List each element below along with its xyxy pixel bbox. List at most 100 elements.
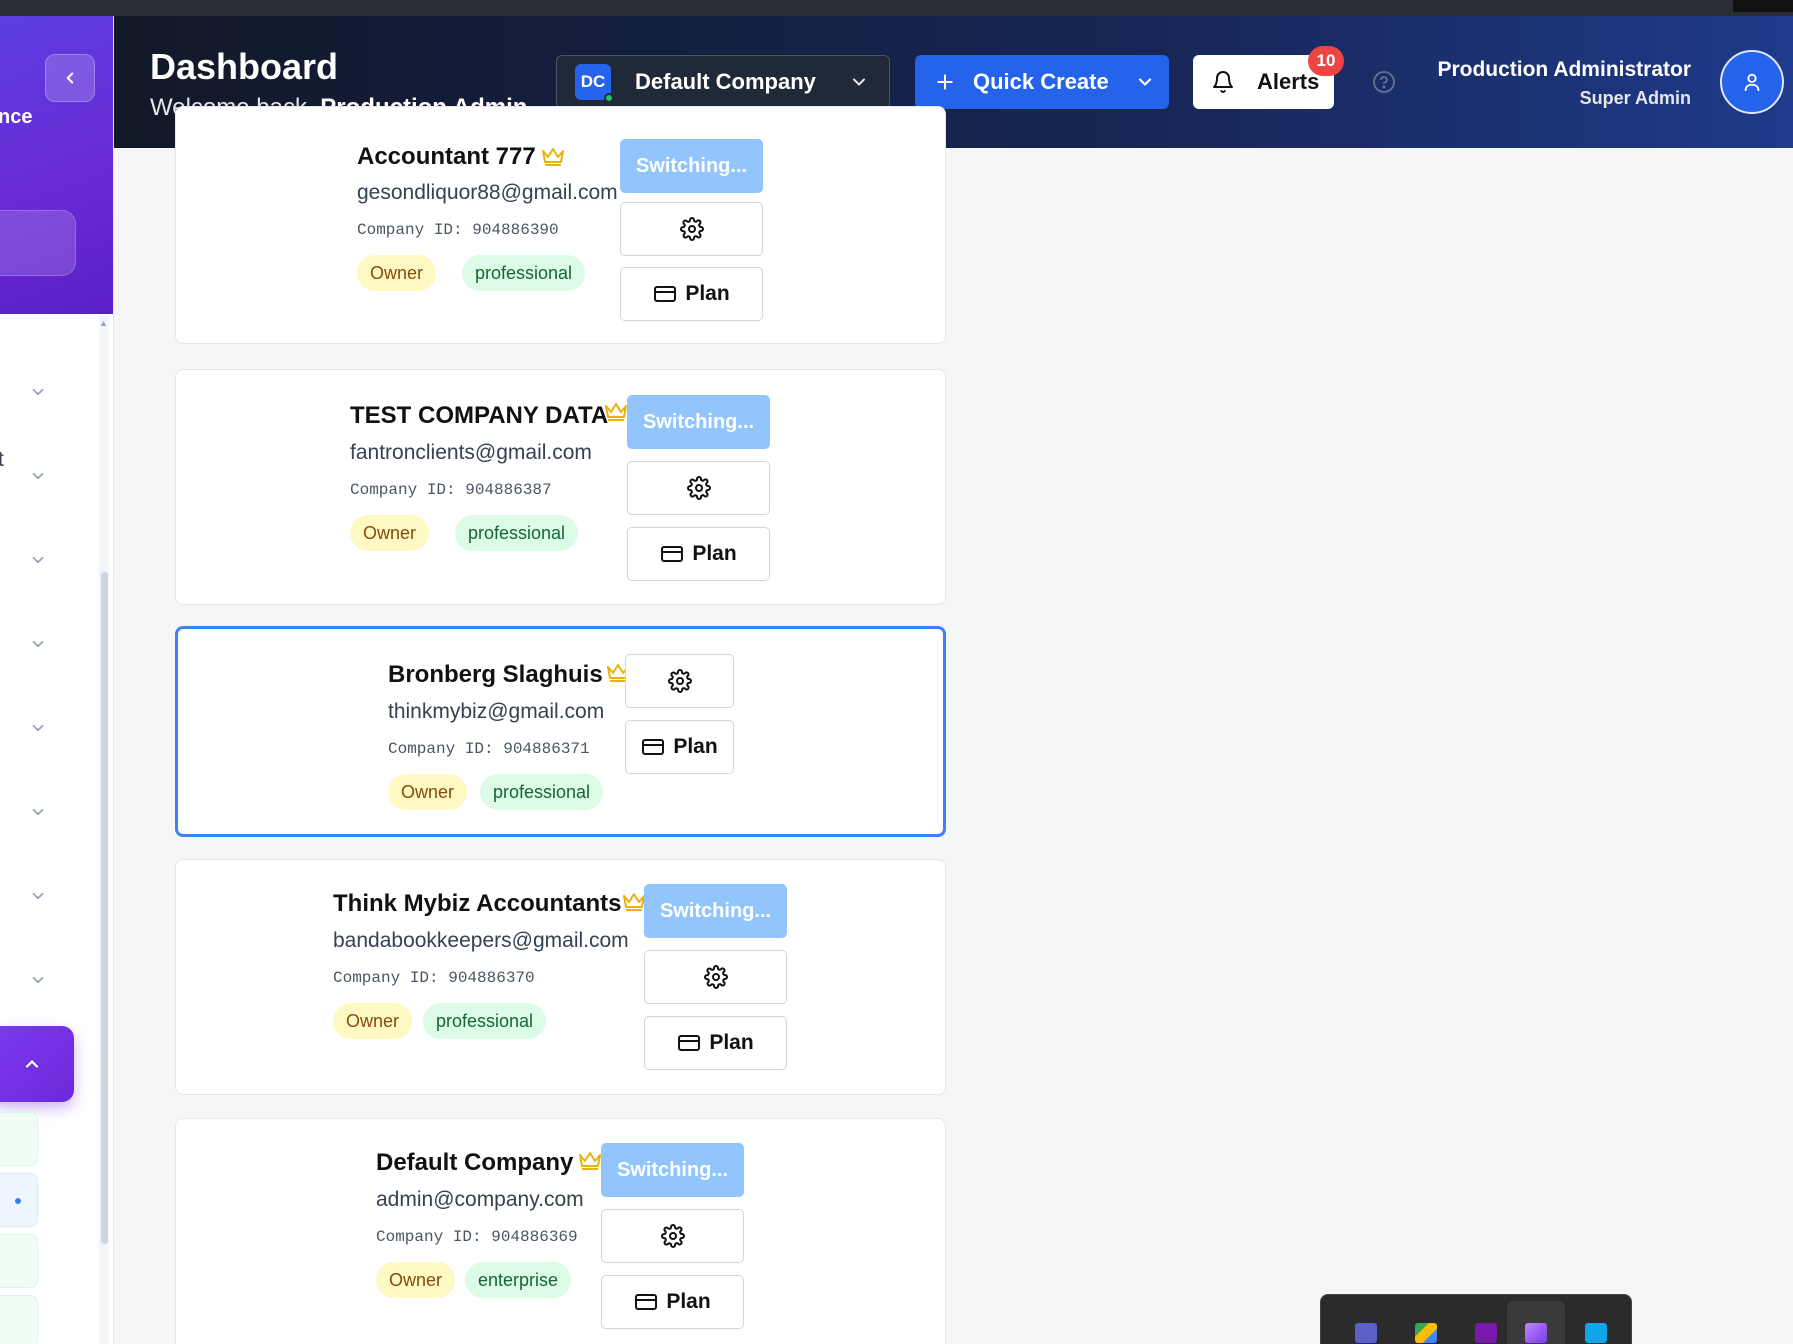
window-top-strip xyxy=(0,0,1793,16)
teams-app-icon[interactable] xyxy=(1355,1323,1377,1343)
switch-company-button[interactable]: Switching... xyxy=(644,884,787,938)
plan-button[interactable]: Plan xyxy=(644,1016,787,1070)
role-badge: Owner xyxy=(388,774,468,810)
sidebar-group-3-chevron-down-icon[interactable] xyxy=(26,548,50,572)
sidebar-scroll-thumb[interactable] xyxy=(101,572,108,1244)
gear-icon xyxy=(686,476,711,500)
credit-card-icon xyxy=(635,1294,658,1310)
bell-icon xyxy=(1213,71,1233,93)
company-id: Company ID: 904886390 xyxy=(357,221,559,239)
sidebar-subitem[interactable] xyxy=(0,1112,38,1166)
company-name: Default Company xyxy=(376,1149,574,1176)
user-name: Production Administrator xyxy=(1437,58,1691,81)
plan-button[interactable]: Plan xyxy=(601,1275,744,1329)
plan-button-label: Plan xyxy=(673,735,718,758)
company-email: fantronclients@gmail.com xyxy=(350,441,592,464)
gear-icon xyxy=(703,965,728,989)
company-card-selected[interactable]: Bronberg Slaghuis thinkmybiz@gmail.com C… xyxy=(175,626,946,837)
credit-card-icon xyxy=(642,739,665,755)
credit-card-icon xyxy=(661,546,684,562)
plan-badge: professional xyxy=(480,774,604,810)
settings-button[interactable] xyxy=(620,202,763,256)
crown-icon xyxy=(542,148,564,166)
settings-button[interactable] xyxy=(627,461,770,515)
os-taskbar xyxy=(1320,1294,1632,1344)
company-id: Company ID: 904886369 xyxy=(376,1228,578,1246)
company-switcher[interactable]: DC Default Company xyxy=(556,55,890,109)
plan-button-label: Plan xyxy=(709,1031,754,1054)
onenote-app-icon[interactable] xyxy=(1475,1323,1497,1343)
google-drive-app-icon[interactable] xyxy=(1415,1323,1437,1343)
feather-app-icon[interactable] xyxy=(1525,1323,1547,1343)
sidebar-subitem-active[interactable] xyxy=(0,1173,38,1227)
settings-button[interactable] xyxy=(601,1209,744,1263)
chevron-left-icon xyxy=(66,72,74,84)
sidebar-group-1-chevron-down-icon[interactable] xyxy=(26,380,50,404)
sidebar-group-5-chevron-down-icon[interactable] xyxy=(26,716,50,740)
plan-button[interactable]: Plan xyxy=(627,527,770,581)
sidebar-group-8-chevron-down-icon[interactable] xyxy=(26,968,50,992)
help-icon[interactable] xyxy=(1372,70,1396,99)
crown-icon xyxy=(605,403,627,421)
role-badge: Owner xyxy=(376,1262,456,1298)
company-name: Think Mybiz Accountants xyxy=(333,890,622,917)
gear-icon xyxy=(679,217,704,241)
plan-badge: enterprise xyxy=(465,1262,572,1298)
company-email: thinkmybiz@gmail.com xyxy=(388,700,605,723)
sidebar-group-2-chevron-down-icon[interactable] xyxy=(26,464,50,488)
chevron-down-icon xyxy=(1138,78,1151,87)
switch-company-button[interactable]: Switching... xyxy=(620,139,763,193)
quick-create-button[interactable]: Quick Create xyxy=(915,55,1169,109)
company-email: admin@company.com xyxy=(376,1188,584,1211)
company-card[interactable]: TEST COMPANY DATA fantronclients@gmail.c… xyxy=(175,369,946,605)
company-card[interactable]: Accountant 777 gesondliquor88@gmail.com … xyxy=(175,106,946,344)
sidebar-group-4-chevron-down-icon[interactable] xyxy=(26,632,50,656)
company-name: TEST COMPANY DATA xyxy=(350,402,609,429)
sidebar-subitem[interactable] xyxy=(0,1295,38,1344)
scroll-up-arrow-icon[interactable]: ▲ xyxy=(99,318,108,328)
company-id: Company ID: 904886371 xyxy=(388,740,590,758)
sidebar: nce ▲ t xyxy=(0,16,114,1344)
plan-button[interactable]: Plan xyxy=(620,267,763,321)
settings-button[interactable] xyxy=(625,654,734,708)
switch-company-button[interactable]: Switching... xyxy=(627,395,770,449)
plan-button[interactable]: Plan xyxy=(625,720,734,774)
plus-icon xyxy=(937,74,953,90)
company-avatar: DC xyxy=(575,64,614,103)
sidebar-item-label: t xyxy=(0,448,4,472)
plan-badge: professional xyxy=(423,1003,547,1039)
sidebar-title: nce xyxy=(0,106,33,128)
sidebar-subitem[interactable] xyxy=(0,1234,38,1288)
switch-company-button[interactable]: Switching... xyxy=(601,1143,744,1197)
sidebar-group-active[interactable] xyxy=(0,1026,74,1102)
gear-icon xyxy=(660,1224,685,1248)
role-badge: Owner xyxy=(333,1003,413,1039)
sidebar-group-6-chevron-down-icon[interactable] xyxy=(26,800,50,824)
active-dot-icon xyxy=(15,1198,21,1204)
collapse-sidebar-button[interactable] xyxy=(45,54,95,102)
alerts-count-badge: 10 xyxy=(1308,46,1344,76)
sidebar-group-7-chevron-down-icon[interactable] xyxy=(26,884,50,908)
company-id: Company ID: 904886387 xyxy=(350,481,552,499)
company-card[interactable]: Think Mybiz Accountants bandabookkeepers… xyxy=(175,859,946,1095)
company-card[interactable]: Default Company admin@company.com Compan… xyxy=(175,1118,946,1344)
chevron-up-icon xyxy=(25,1059,39,1068)
company-name: Accountant 777 xyxy=(357,143,536,170)
plan-badge: professional xyxy=(462,255,586,291)
company-email: gesondliquor88@gmail.com xyxy=(357,181,618,204)
sidebar-header: nce xyxy=(0,16,113,314)
company-email: bandabookkeepers@gmail.com xyxy=(333,929,629,952)
role-badge: Owner xyxy=(350,515,430,551)
user-avatar[interactable] xyxy=(1720,50,1784,114)
plan-button-label: Plan xyxy=(666,1290,711,1313)
plan-button-label: Plan xyxy=(692,542,737,565)
plan-badge: professional xyxy=(455,515,579,551)
sidebar-search[interactable] xyxy=(0,210,76,276)
company-name: Bronberg Slaghuis xyxy=(388,661,603,688)
credit-card-icon xyxy=(678,1035,701,1051)
quick-create-label: Quick Create xyxy=(973,69,1109,94)
company-switcher-label: Default Company xyxy=(635,69,816,94)
settings-button[interactable] xyxy=(644,950,787,1004)
windows-app-icon[interactable] xyxy=(1585,1323,1607,1343)
company-id: Company ID: 904886370 xyxy=(333,969,535,987)
